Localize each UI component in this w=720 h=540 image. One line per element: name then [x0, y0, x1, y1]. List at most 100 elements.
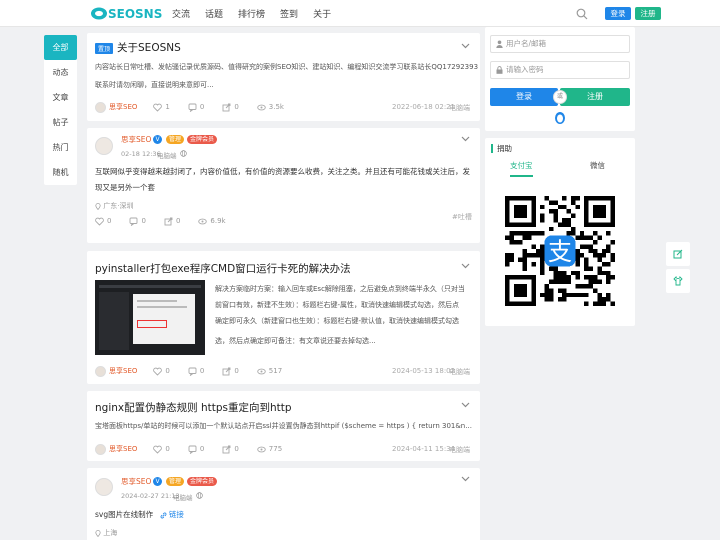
tab-wechat[interactable]: 微信	[590, 160, 605, 171]
post-excerpt: 内容站长日常吐槽、发帖骚记录优质源码、值得研究的案例SEO知识、建站知识、编程知…	[95, 63, 479, 71]
chevron-down-icon[interactable]	[461, 476, 470, 482]
header-register-button[interactable]: 注册	[635, 7, 661, 20]
location: 上海	[95, 528, 117, 538]
site-logo[interactable]: SEOSNS	[90, 5, 162, 22]
nav-item-exchange[interactable]: 交流	[172, 7, 190, 20]
main-nav: 交流 话题 排行榜 签到 关于	[172, 0, 346, 27]
nav-item-checkin[interactable]: 签到	[280, 7, 298, 20]
location-pin-icon	[95, 202, 101, 210]
category-articles[interactable]: 文章	[44, 85, 77, 110]
like-icon[interactable]	[153, 445, 163, 454]
verified-badge: V	[153, 477, 162, 486]
post-title-text[interactable]: 关于SEOSNS	[117, 42, 181, 54]
category-nav: 全部 动态 文章 帖子 热门 随机	[44, 35, 77, 185]
views-icon	[257, 446, 266, 452]
level-badge: 管理	[166, 477, 185, 486]
view-count: 775	[268, 445, 283, 453]
top-bar: SEOSNS 交流 话题 排行榜 签到 关于 登录 注册	[0, 0, 720, 27]
avatar[interactable]	[95, 478, 113, 496]
like-icon[interactable]	[153, 103, 163, 112]
comment-icon[interactable]	[188, 103, 197, 112]
password-placeholder: 请输入密码	[506, 65, 544, 74]
share-count: 0	[234, 367, 239, 375]
author-name[interactable]: 思享SEO	[109, 444, 137, 454]
nav-item-about[interactable]: 关于	[313, 7, 331, 20]
comment-icon[interactable]	[129, 217, 138, 226]
verified-badge: V	[153, 135, 162, 144]
category-random[interactable]: 随机	[44, 160, 77, 185]
like-icon[interactable]	[95, 217, 104, 226]
login-button[interactable]: 登录	[490, 88, 558, 106]
vip-badge: 金牌会员	[187, 477, 218, 486]
location-text: 广东·深圳	[103, 202, 134, 210]
shirt-float-button[interactable]	[666, 269, 690, 293]
nav-item-topics[interactable]: 话题	[205, 7, 223, 20]
view-count: 517	[268, 367, 283, 375]
search-icon[interactable]	[576, 8, 588, 20]
avatar[interactable]	[95, 365, 106, 377]
status-card-svg: 思享SEO V 管理 金牌会员 2024-02-27 21:13 电脑端 svg…	[87, 468, 480, 540]
nav-item-ranking[interactable]: 排行榜	[238, 7, 265, 20]
post-thumbnail[interactable]	[95, 280, 205, 355]
like-icon[interactable]	[153, 367, 163, 376]
post-meta: 思享SEO 0 0 0 775	[95, 443, 300, 455]
comment-count: 0	[141, 217, 146, 225]
or-divider: 或	[553, 90, 567, 104]
post-date: 2022-06-18 02:21	[392, 103, 456, 111]
status-link[interactable]: 链接	[160, 510, 184, 519]
post-date: 2024-04-11 15:34	[392, 445, 456, 453]
post-meta: 思享SEO 0 0 0 517	[95, 365, 300, 377]
lock-icon	[496, 66, 503, 74]
topic-tag[interactable]: #吐槽	[452, 212, 472, 222]
post-card-about: 置顶 关于SEOSNS 内容站长日常吐槽、发帖骚记录优质源码、值得研究的案例SEO…	[87, 33, 480, 121]
chevron-down-icon[interactable]	[461, 263, 470, 269]
category-posts[interactable]: 帖子	[44, 110, 77, 135]
author-name[interactable]: 思享SEO	[109, 366, 137, 376]
chevron-down-icon[interactable]	[461, 402, 470, 408]
avatar[interactable]	[95, 443, 106, 455]
post-title[interactable]: 置顶 关于SEOSNS	[95, 40, 181, 55]
username-placeholder: 用户名/邮箱	[506, 39, 547, 48]
author-name[interactable]: 思享SEO	[109, 102, 137, 112]
share-icon[interactable]	[222, 103, 231, 112]
vip-badge: 金牌会员	[187, 135, 218, 144]
status-link-text[interactable]: 链接	[169, 510, 184, 519]
post-title[interactable]: pyinstaller打包exe程序CMD窗口运行卡死的解决办法	[95, 261, 351, 276]
chevron-down-icon[interactable]	[461, 43, 470, 49]
edit-float-button[interactable]	[666, 242, 690, 266]
status-text-content: svg图片在线制作	[95, 510, 154, 519]
category-all[interactable]: 全部	[44, 35, 77, 60]
category-hot[interactable]: 热门	[44, 135, 77, 160]
tab-alipay[interactable]: 支付宝	[510, 160, 533, 177]
edit-icon	[673, 249, 683, 259]
post-meta: 思享SEO 1 0 0 3.5k	[95, 101, 302, 113]
header-login-button[interactable]: 登录	[605, 7, 631, 20]
views-icon	[257, 104, 266, 110]
post-time: 02-18 12:36	[121, 150, 161, 158]
share-icon[interactable]	[222, 445, 231, 454]
location-text: 上海	[103, 529, 118, 537]
post-excerpt-2: 联系时请勿闲聊，直接说明来意即可...	[95, 81, 214, 89]
chevron-down-icon[interactable]	[461, 136, 470, 142]
like-count: 1	[165, 103, 170, 111]
author-name[interactable]: 思享SEO	[121, 476, 151, 487]
avatar[interactable]	[95, 101, 106, 113]
share-count: 0	[234, 103, 239, 111]
category-updates[interactable]: 动态	[44, 60, 77, 85]
donate-widget: 捐助 支付宝 微信 支	[485, 138, 635, 326]
username-input[interactable]: 用户名/邮箱	[490, 35, 630, 53]
post-time: 2024-02-27 21:13	[121, 492, 180, 500]
post-device: 电脑端	[449, 368, 470, 376]
share-icon[interactable]	[222, 367, 231, 376]
register-button[interactable]: 注册	[560, 88, 630, 106]
avatar[interactable]	[95, 137, 113, 155]
globe-icon	[180, 150, 187, 157]
svg-text:SEOSNS: SEOSNS	[108, 7, 162, 21]
qq-login-icon[interactable]	[554, 111, 566, 125]
password-input[interactable]: 请输入密码	[490, 61, 630, 79]
comment-icon[interactable]	[188, 367, 197, 376]
comment-icon[interactable]	[188, 445, 197, 454]
author-name[interactable]: 思享SEO	[121, 134, 151, 145]
share-icon[interactable]	[164, 217, 173, 226]
post-title[interactable]: nginx配置伪静态规则 https重定向到http	[95, 400, 292, 415]
